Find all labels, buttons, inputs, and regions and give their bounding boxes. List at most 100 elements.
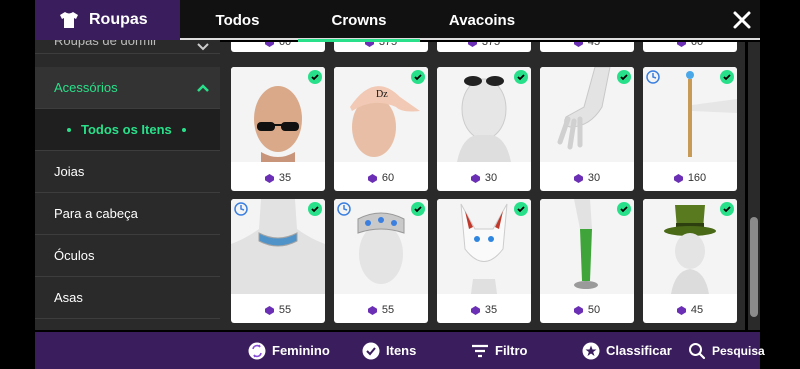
sidebar-item-label: Todos os Itens	[81, 122, 172, 137]
sidebar-item-para-a-cabeca[interactable]: Para a cabeça	[35, 193, 220, 235]
item-price: 160	[687, 172, 707, 184]
sort-label: Classificar	[606, 343, 672, 358]
item-price: 50	[587, 304, 601, 316]
item-price: 30	[587, 172, 601, 184]
gem-icon	[573, 173, 583, 183]
gender-label: Feminino	[272, 343, 330, 358]
item-price: 60	[381, 172, 395, 184]
sidebar-item-label: Acessórios	[54, 80, 118, 95]
search-button[interactable]: Pesquisa	[688, 332, 765, 369]
sidebar-item-todos-os-itens[interactable]: Todos os Itens	[35, 109, 220, 151]
tabs-bar: Todos Crowns Avacoins	[180, 0, 760, 42]
items-toggle-button[interactable]: Itens	[362, 332, 416, 369]
owned-check-icon	[617, 202, 631, 216]
item-card-aviator-glasses[interactable]: 30	[437, 67, 531, 191]
tab-avacoins[interactable]: Avacoins	[442, 0, 522, 40]
owned-check-icon	[411, 70, 425, 84]
item-price: 55	[381, 304, 395, 316]
item-card-top-hat[interactable]: 45	[643, 199, 737, 323]
item-price: 60	[278, 42, 292, 48]
owned-check-icon	[308, 202, 322, 216]
sidebar-item-label: Roupas de dormir	[54, 40, 158, 48]
item-card-crown[interactable]: 55	[334, 199, 428, 323]
item-card-partial[interactable]: 375	[334, 42, 428, 52]
item-card-green-stockings[interactable]: 50	[540, 199, 634, 323]
left-edge	[0, 0, 35, 369]
item-card-cap[interactable]: Dz 60	[334, 67, 428, 191]
owned-check-icon	[514, 202, 528, 216]
filter-button[interactable]: Filtro	[471, 332, 528, 369]
bullet-dot	[181, 127, 186, 132]
gem-icon	[470, 173, 480, 183]
category-header: Roupas	[35, 0, 180, 40]
item-price: 375	[481, 42, 501, 48]
scrollbar-thumb[interactable]	[750, 217, 758, 317]
bottom-toolbar: Feminino Itens Filtro Classificar Pesqui…	[35, 332, 765, 369]
sidebar-item-roupas-de-dormir[interactable]: Roupas de dormir	[35, 40, 220, 54]
item-price: 35	[278, 172, 292, 184]
gem-icon	[367, 305, 377, 315]
owned-check-icon	[720, 202, 734, 216]
gem-icon	[264, 173, 274, 183]
clock-icon	[646, 70, 660, 84]
item-price: 55	[278, 304, 292, 316]
gender-toggle-button[interactable]: Feminino	[248, 332, 330, 369]
item-card-scepter[interactable]: 160	[643, 67, 737, 191]
right-edge	[760, 0, 800, 369]
star-badge-icon	[582, 342, 600, 359]
items-label: Itens	[386, 343, 417, 358]
item-card-choker[interactable]: 55	[231, 199, 325, 323]
gem-icon	[264, 305, 274, 315]
close-icon[interactable]	[728, 6, 756, 34]
filter-label: Filtro	[495, 343, 528, 358]
search-icon	[689, 342, 706, 359]
tab-todos[interactable]: Todos	[200, 0, 275, 40]
chevron-up-icon	[197, 83, 209, 92]
item-card-partial[interactable]: 375	[437, 42, 531, 52]
item-price: 60	[690, 42, 704, 48]
sidebar-item-acessorios[interactable]: Acessórios	[35, 67, 220, 109]
sidebar-item-label: Asas	[54, 290, 83, 305]
sidebar-item-joias[interactable]: Joias	[35, 151, 220, 193]
sidebar-item-asas[interactable]: Asas	[35, 277, 220, 319]
sidebar-item-label: Óculos	[54, 248, 95, 263]
item-card-partial[interactable]: 45	[540, 42, 634, 52]
owned-check-icon	[308, 70, 322, 84]
sort-button[interactable]: Classificar	[582, 332, 672, 369]
item-price: 30	[484, 172, 498, 184]
item-card-sunglasses[interactable]: 35	[231, 67, 325, 191]
tshirt-icon	[60, 12, 78, 28]
grid-scrollbar[interactable]	[748, 42, 760, 330]
clock-icon	[337, 202, 351, 216]
item-card-cat-mask[interactable]: 35	[437, 199, 531, 323]
category-title: Roupas	[89, 11, 148, 28]
tab-crowns[interactable]: Crowns	[298, 0, 420, 42]
item-card-partial[interactable]: 60	[643, 42, 737, 52]
item-card-bracelet[interactable]: 30	[540, 67, 634, 191]
search-label: Pesquisa	[712, 343, 765, 358]
sidebar: Roupas de dormir Acessórios Todos os Ite…	[35, 40, 220, 330]
gem-icon	[364, 42, 374, 47]
gem-icon	[676, 42, 686, 47]
item-price: 45	[690, 304, 704, 316]
item-price: 45	[587, 42, 601, 48]
gem-icon	[467, 42, 477, 47]
filter-icon	[472, 344, 488, 357]
gem-icon	[676, 305, 686, 315]
check-circle-icon	[362, 342, 380, 359]
chevron-down-icon	[197, 42, 209, 50]
item-card-partial[interactable]: 60	[231, 42, 325, 52]
gem-icon	[367, 173, 377, 183]
sidebar-item-oculos[interactable]: Óculos	[35, 235, 220, 277]
gem-icon	[573, 305, 583, 315]
gem-icon	[264, 42, 274, 47]
bullet-dot	[67, 127, 71, 132]
owned-check-icon	[411, 202, 425, 216]
owned-check-icon	[514, 70, 528, 84]
item-grid: 60 375 375 45 60 35 Dz 60 30 30 160 55 5…	[220, 42, 745, 330]
clock-icon	[234, 202, 248, 216]
sidebar-item-label: Joias	[54, 164, 85, 179]
item-price: 375	[378, 42, 398, 48]
gem-icon	[470, 305, 480, 315]
sidebar-item-label: Para a cabeça	[54, 206, 138, 221]
